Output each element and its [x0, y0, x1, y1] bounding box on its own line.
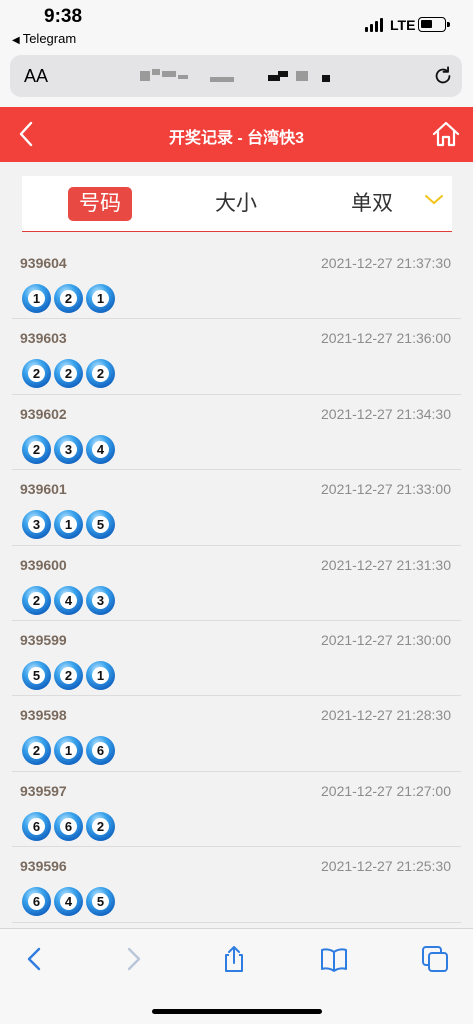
- ball-group: 315: [22, 510, 118, 540]
- reader-aa-button[interactable]: AA: [24, 66, 48, 87]
- chevron-down-icon[interactable]: [424, 194, 444, 206]
- ball: 4: [54, 585, 83, 615]
- draw-datetime: 2021-12-27 21:27:00: [321, 782, 451, 799]
- browser-address-area: AA: [0, 50, 473, 107]
- network-label: LTE: [390, 17, 416, 33]
- draw-datetime: 2021-12-27 21:25:30: [321, 858, 451, 875]
- list-item[interactable]: 939602 2021-12-27 21:34:30 234: [12, 395, 461, 471]
- aa-label: AA: [24, 66, 49, 86]
- list-item[interactable]: 939604 2021-12-27 21:37:30 121: [12, 244, 461, 320]
- draw-datetime: 2021-12-27 21:33:00: [321, 481, 451, 498]
- battery-icon: [418, 17, 450, 32]
- address-bar[interactable]: AA: [10, 55, 462, 97]
- issue-number: 939596: [20, 858, 67, 875]
- list-item[interactable]: 939596 2021-12-27 21:25:30 645: [12, 847, 461, 923]
- ball-group: 222: [22, 359, 118, 389]
- draw-datetime: 2021-12-27 21:31:30: [321, 556, 451, 573]
- ball: 1: [54, 510, 83, 540]
- draw-datetime: 2021-12-27 21:30:00: [321, 631, 451, 648]
- reload-icon[interactable]: [432, 65, 454, 87]
- ball: 3: [54, 434, 83, 464]
- home-indicator[interactable]: [152, 1009, 322, 1014]
- issue-number: 939598: [20, 707, 67, 724]
- draw-datetime: 2021-12-27 21:34:30: [321, 405, 451, 422]
- ball: 2: [22, 359, 51, 389]
- ball-group: 662: [22, 811, 118, 841]
- ball-group: 234: [22, 434, 118, 464]
- draw-datetime: 2021-12-27 21:36:00: [321, 330, 451, 347]
- results-list: 939604 2021-12-27 21:37:30 121 939603 20…: [12, 244, 461, 923]
- ball: 6: [86, 736, 115, 766]
- issue-number: 939599: [20, 631, 67, 648]
- forward-icon[interactable]: [118, 944, 148, 974]
- ball: 2: [22, 736, 51, 766]
- ball: 5: [86, 887, 115, 917]
- ball: 2: [54, 359, 83, 389]
- ball-group: 216: [22, 736, 118, 766]
- ball: 6: [22, 811, 51, 841]
- ball: 2: [54, 284, 83, 313]
- signal-icon: [365, 18, 385, 32]
- app-header: 开奖记录 - 台湾快3: [0, 107, 473, 162]
- ball: 1: [86, 284, 115, 313]
- issue-number: 939601: [20, 481, 67, 498]
- tabs-icon[interactable]: [420, 944, 450, 974]
- page-title: 开奖记录 - 台湾快3: [168, 130, 305, 147]
- ball: 3: [86, 585, 115, 615]
- ball: 1: [22, 284, 51, 313]
- back-app-label: Telegram: [22, 31, 77, 46]
- issue-number: 939603: [20, 330, 67, 347]
- ball: 2: [86, 811, 115, 841]
- ball: 3: [22, 510, 51, 540]
- ball: 1: [54, 736, 83, 766]
- issue-number: 939597: [20, 782, 67, 799]
- draw-datetime: 2021-12-27 21:37:30: [321, 255, 451, 271]
- ball: 1: [86, 660, 115, 690]
- ball: 2: [22, 585, 51, 615]
- draw-datetime: 2021-12-27 21:28:30: [321, 707, 451, 724]
- list-item[interactable]: 939603 2021-12-27 21:36:00 222: [12, 319, 461, 395]
- share-icon[interactable]: [219, 944, 249, 974]
- ball: 4: [86, 434, 115, 464]
- list-item[interactable]: 939598 2021-12-27 21:28:30 216: [12, 696, 461, 772]
- list-item[interactable]: 939600 2021-12-27 21:31:30 243: [12, 546, 461, 621]
- ball-group: 521: [22, 660, 118, 690]
- back-triangle-icon: ◀: [12, 35, 20, 46]
- ball: 2: [22, 434, 51, 464]
- clock: 9:38: [44, 6, 83, 27]
- ball: 2: [86, 359, 115, 389]
- ball: 2: [54, 660, 83, 690]
- list-item[interactable]: 939599 2021-12-27 21:30:00 521: [12, 621, 461, 697]
- ball: 4: [54, 887, 83, 917]
- tab-odd-even[interactable]: 单双: [340, 187, 404, 221]
- ball: 5: [22, 660, 51, 690]
- tab-big-small[interactable]: 大小: [204, 187, 268, 221]
- back-icon[interactable]: [20, 944, 50, 974]
- ball-group: 121: [22, 284, 118, 313]
- issue-number: 939604: [20, 255, 67, 271]
- bookmarks-icon[interactable]: [319, 944, 349, 974]
- list-item[interactable]: 939597 2021-12-27 21:27:00 662: [12, 772, 461, 848]
- home-icon[interactable]: [431, 119, 461, 149]
- ball: 6: [22, 887, 51, 917]
- back-to-app-link[interactable]: ◀ Telegram: [12, 31, 76, 46]
- issue-number: 939600: [20, 556, 67, 573]
- tab-number[interactable]: 号码: [68, 187, 132, 221]
- list-item[interactable]: 939601 2021-12-27 21:33:00 315: [12, 470, 461, 546]
- ball-group: 645: [22, 887, 118, 917]
- url-redacted: [140, 69, 340, 83]
- browser-toolbar: [0, 928, 473, 1024]
- ball: 6: [54, 811, 83, 841]
- tab-bar: 号码 大小 单双: [22, 176, 452, 232]
- status-bar: 9:38 ◀ Telegram LTE: [0, 0, 473, 50]
- issue-number: 939602: [20, 405, 67, 422]
- ball: 5: [86, 510, 115, 540]
- ball-group: 243: [22, 585, 118, 615]
